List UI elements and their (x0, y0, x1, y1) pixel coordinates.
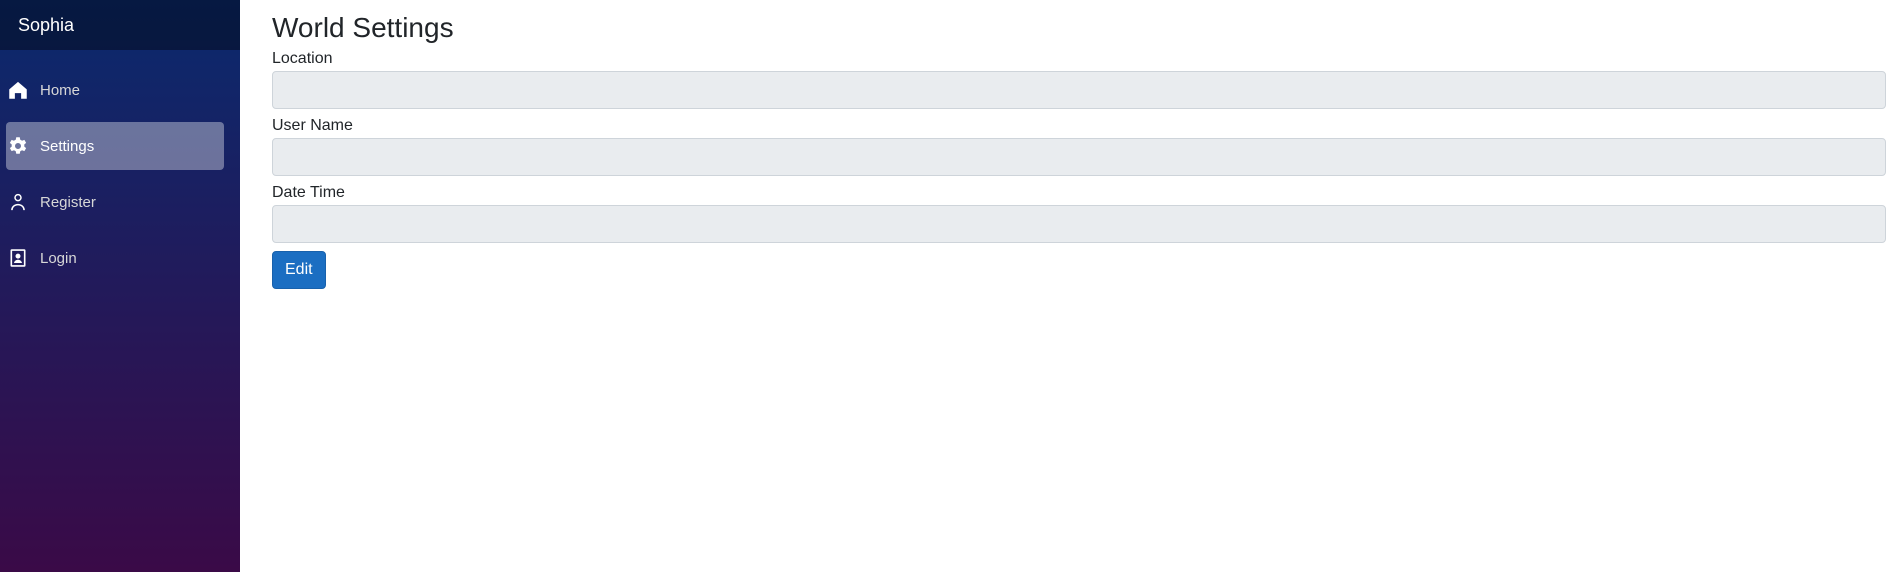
sidebar-item-label: Home (40, 81, 81, 99)
location-field[interactable] (272, 71, 1886, 109)
edit-button[interactable]: Edit (272, 251, 326, 289)
user-name-label: User Name (272, 117, 353, 134)
sidebar-item-label: Settings (40, 137, 95, 155)
app-root: Sophia Home Settings Register Login Worl… (0, 0, 1904, 572)
location-label: Location (272, 50, 333, 67)
user-name-field[interactable] (272, 138, 1886, 176)
person-icon (8, 192, 28, 212)
sidebar: Sophia Home Settings Register Login (0, 0, 240, 572)
brand-name[interactable]: Sophia (0, 0, 240, 50)
date-time-field[interactable] (272, 205, 1886, 243)
page-title: World Settings (272, 12, 454, 43)
sidebar-item-label: Register (40, 193, 96, 211)
main-content: World Settings Location User Name Date T… (240, 0, 1904, 572)
sidebar-nav: Home Settings Register Login (0, 50, 240, 290)
sidebar-item-settings[interactable]: Settings (6, 122, 224, 170)
sidebar-item-home[interactable]: Home (6, 66, 224, 114)
badge-icon (8, 248, 28, 268)
sidebar-item-register[interactable]: Register (6, 178, 224, 226)
sidebar-item-login[interactable]: Login (6, 234, 224, 282)
sidebar-item-label: Login (40, 249, 77, 267)
home-icon (8, 80, 28, 100)
gear-icon (8, 136, 28, 156)
date-time-label: Date Time (272, 184, 345, 201)
